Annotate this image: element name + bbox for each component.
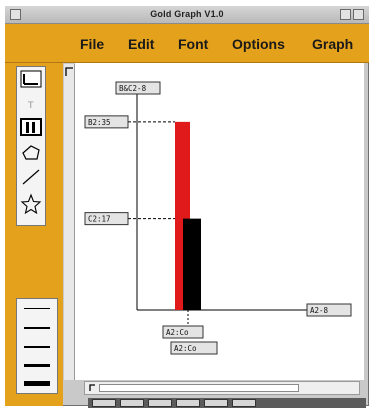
color-swatch[interactable] [92,399,116,407]
line-width-option[interactable] [24,364,50,367]
scroll-up-arrow-icon[interactable] [64,64,75,84]
color-swatch[interactable] [232,399,256,407]
color-swatch[interactable] [120,399,144,407]
scroll-left-arrow-icon[interactable] [87,383,97,393]
color-palette [88,398,366,408]
menu-edit[interactable]: Edit [128,36,154,52]
value-label: B2:35 [84,115,129,129]
svg-text:C2:17: C2:17 [88,215,111,224]
value-label: C2:17 [84,212,129,226]
line-width-palette [16,298,58,394]
bar [183,218,201,310]
x-axis-label: A2-8 [306,303,352,317]
zoom-box-icon[interactable] [340,9,351,20]
menu-graph[interactable]: Graph [312,36,353,52]
line-width-option[interactable] [24,381,50,386]
line-width-option[interactable] [24,308,50,309]
svg-text:A2:Co: A2:Co [166,328,189,337]
title-bar: Gold Graph V1.0 [5,6,369,24]
star-tool-icon[interactable] [19,193,43,215]
menu-file[interactable]: File [80,36,104,52]
svg-text:A2:Co: A2:Co [174,344,197,353]
color-swatch[interactable] [204,399,228,407]
scroll-thumb[interactable] [99,384,299,392]
collapse-box-icon[interactable] [353,9,364,20]
drawing-canvas[interactable]: B&C2-8 B2:35 C2:17 A2-8 A2:Co A2:Co [75,63,364,380]
text-tool-icon[interactable]: T [19,94,43,114]
horizontal-scrollbar[interactable] [84,381,360,395]
x-tick-label: A2:Co [162,325,204,339]
bar-chart: B&C2-8 B2:35 C2:17 A2-8 A2:Co A2:Co [84,81,352,355]
ellipse-tool-icon[interactable] [19,143,43,163]
color-swatch[interactable] [176,399,200,407]
line-width-option[interactable] [24,327,50,329]
select-tool-icon[interactable] [19,69,43,89]
line-width-option[interactable] [24,346,50,348]
svg-text:B2:35: B2:35 [88,118,111,127]
svg-text:T: T [27,101,34,111]
vertical-scrollbar[interactable] [64,64,75,380]
line-tool-icon[interactable] [19,167,43,187]
window-title: Gold Graph V1.0 [150,9,224,19]
menu-font[interactable]: Font [178,36,208,52]
color-swatch[interactable] [148,399,172,407]
menu-bar: File Edit Font Options Graph [5,24,369,63]
y-axis-label: B&C2-8 [115,81,161,95]
x-tick-label: A2:Co [170,341,218,355]
menu-options[interactable]: Options [232,36,285,52]
svg-text:B&C2-8: B&C2-8 [119,84,147,93]
tool-palette: T [16,66,46,226]
bar-tool-icon[interactable] [19,117,43,137]
svg-text:A2-8: A2-8 [310,306,329,315]
